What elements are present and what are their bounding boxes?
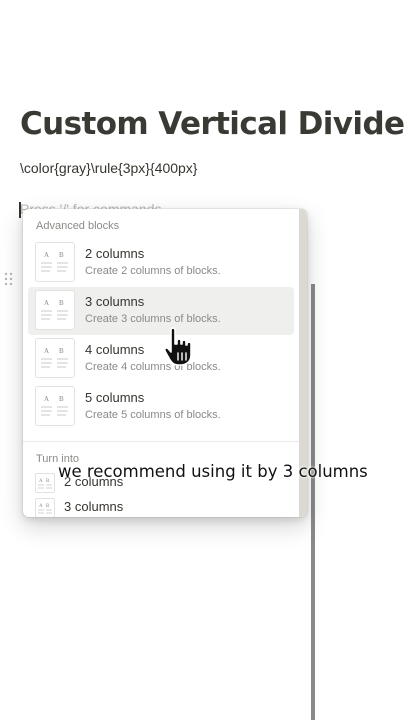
five-columns-icon: A B (35, 386, 75, 426)
latex-block[interactable]: \color{gray}\rule{3px}{400px} (20, 160, 197, 176)
svg-text:A: A (39, 504, 43, 509)
text-caret (19, 202, 21, 218)
three-columns-icon: A B (35, 290, 75, 330)
svg-text:A: A (44, 395, 49, 403)
svg-text:B: B (59, 299, 64, 307)
three-columns-icon: A B (35, 498, 55, 517)
menu-item-description: Create 5 columns of blocks. (85, 409, 221, 421)
svg-text:B: B (46, 504, 50, 509)
menu-item-title: 3 columns (85, 294, 145, 309)
menu-item-description: Create 2 columns of blocks. (85, 265, 221, 277)
svg-text:B: B (59, 395, 64, 403)
video-caption: we recommend using it by 3 columns (58, 462, 368, 481)
turn-into-label: 3 columns (64, 499, 124, 514)
menu-item-description: Create 3 columns of blocks. (85, 313, 221, 325)
vertical-divider-rule (311, 284, 315, 720)
menu-item-title: 2 columns (85, 246, 145, 261)
turn-into-3-columns[interactable]: A B 3 columns (28, 496, 294, 517)
drag-handle-icon[interactable] (4, 272, 13, 286)
four-columns-icon: A B (35, 338, 75, 378)
svg-text:B: B (59, 251, 64, 259)
menu-item-title: 4 columns (85, 342, 145, 357)
menu-item-title: 5 columns (85, 390, 145, 405)
svg-text:A: A (39, 479, 43, 484)
svg-text:A: A (44, 251, 49, 259)
svg-text:A: A (44, 347, 49, 355)
svg-text:A: A (44, 299, 49, 307)
two-columns-icon: A B (35, 242, 75, 282)
menu-item-2-columns[interactable]: A B 2 columns Create 2 columns of blocks… (28, 239, 294, 287)
page-title[interactable]: Custom Vertical Divider (20, 106, 405, 142)
hand-pointer-cursor-icon (163, 327, 192, 366)
menu-divider (23, 441, 299, 442)
svg-text:B: B (59, 347, 64, 355)
two-columns-icon: A B (35, 473, 55, 493)
svg-text:B: B (46, 479, 50, 484)
menu-section-advanced-blocks: Advanced blocks (36, 220, 120, 232)
menu-item-5-columns[interactable]: A B 5 columns Create 5 columns of blocks… (28, 383, 294, 431)
